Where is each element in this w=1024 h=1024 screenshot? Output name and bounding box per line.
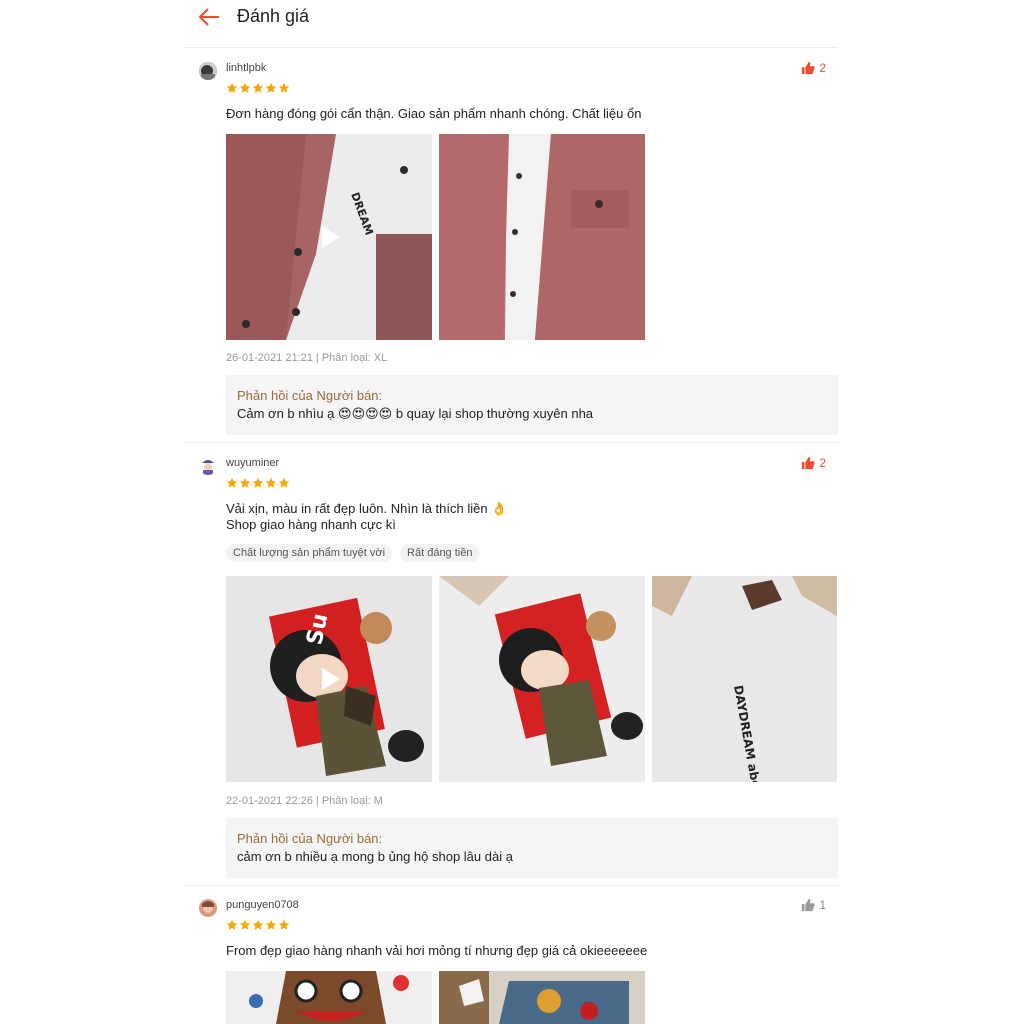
star-icon: [252, 919, 264, 930]
review-comment: Đơn hàng đóng gói cẩn thận. Giao sản phẩ…: [226, 106, 641, 122]
like-button[interactable]: 1: [801, 898, 826, 912]
seller-reply-text: Cảm ơn b nhìu ạ 😍😍😍😍 b quay lại shop thư…: [237, 406, 594, 421]
play-icon: [322, 226, 340, 248]
star-icon: [239, 477, 251, 488]
review-item: linhtlpbk 2 Đơn hàng đóng gói cẩn thận. …: [185, 48, 838, 442]
review-media: DREAM: [226, 134, 645, 340]
like-button[interactable]: 2: [801, 456, 826, 470]
seller-reply-label: Phản hồi của Người bán:: [237, 831, 383, 846]
avatar[interactable]: [199, 899, 217, 917]
star-icon: [265, 82, 277, 93]
like-count: 2: [819, 456, 826, 470]
seller-reply: Phản hồi của Người bán: cảm ơn b nhiều ạ…: [226, 818, 838, 878]
review-tag[interactable]: Chất lượng sản phẩm tuyệt vời: [226, 544, 393, 562]
star-icon: [252, 82, 264, 93]
comment-line: Vải xịn, màu in rất đẹp luôn. Nhìn là th…: [226, 501, 508, 516]
avatar[interactable]: [199, 62, 217, 80]
page-title: Đánh giá: [237, 6, 310, 26]
back-arrow-icon[interactable]: [197, 6, 221, 28]
thumbs-up-icon: [802, 61, 815, 75]
review-tag[interactable]: Rất đáng tiền: [400, 544, 480, 562]
seller-reply: Phản hồi của Người bán: Cảm ơn b nhìu ạ …: [226, 375, 838, 435]
thumbs-up-icon: [802, 898, 815, 912]
star-icon: [252, 477, 264, 488]
review-comment: Vải xịn, màu in rất đẹp luôn. Nhìn là th…: [226, 501, 507, 533]
review-video-thumbnail[interactable]: Su: [226, 576, 432, 782]
comment-line: Shop giao hàng nhanh cực kì: [226, 517, 396, 532]
review-image-thumbnail[interactable]: [439, 971, 645, 1024]
star-rating: [226, 82, 290, 94]
review-image-thumbnail[interactable]: [439, 134, 645, 340]
seller-reply-text: cảm ơn b nhiều ạ mong b ủng hộ shop lâu …: [237, 849, 513, 864]
star-icon: [278, 477, 290, 488]
review-item: wuyuminer 2 Vải xịn, màu in rất đẹp luôn…: [185, 443, 838, 885]
like-count: 1: [819, 898, 826, 912]
star-icon: [239, 919, 251, 930]
review-comment: From đẹp giao hàng nhanh vải hơi mỏng tí…: [226, 943, 647, 959]
star-icon: [226, 919, 238, 930]
star-icon: [278, 82, 290, 93]
review-tags: Chất lượng sản phẩm tuyệt vời Rất đáng t…: [226, 544, 480, 562]
top-bar: Đánh giá: [185, 0, 838, 48]
review-image-thumbnail[interactable]: [226, 971, 432, 1024]
star-icon: [239, 82, 251, 93]
like-button[interactable]: 2: [801, 61, 826, 75]
star-icon: [265, 919, 277, 930]
comment-line: Đơn hàng đóng gói cẩn thận. Giao sản phẩ…: [226, 106, 642, 121]
review-meta: 26-01-2021 21:21 | Phân loại: XL: [226, 352, 388, 364]
like-count: 2: [819, 61, 826, 75]
thumbs-up-icon: [802, 456, 815, 470]
seller-reply-label: Phản hồi của Người bán:: [237, 388, 383, 403]
play-icon: [322, 668, 340, 690]
star-icon: [278, 919, 290, 930]
review-image-thumbnail[interactable]: [439, 576, 645, 782]
comment-line: From đẹp giao hàng nhanh vải hơi mỏng tí…: [226, 943, 648, 958]
star-icon: [226, 477, 238, 488]
review-item: punguyen0708 1 From đẹp giao hàng nhanh …: [185, 886, 838, 1024]
review-video-thumbnail[interactable]: DREAM: [226, 134, 432, 340]
review-username[interactable]: wuyuminer: [226, 457, 279, 469]
star-rating: [226, 919, 290, 931]
review-username[interactable]: punguyen0708: [226, 899, 299, 911]
review-media: Su DAYDREAM about YOU: [226, 576, 837, 782]
star-rating: [226, 477, 290, 489]
review-username[interactable]: linhtlpbk: [226, 62, 266, 74]
review-media: [226, 971, 645, 1024]
star-icon: [226, 82, 238, 93]
review-meta: 22-01-2021 22:26 | Phân loại: M: [226, 795, 383, 807]
avatar[interactable]: [199, 457, 217, 475]
review-image-thumbnail[interactable]: DAYDREAM about YOU: [652, 576, 837, 782]
star-icon: [265, 477, 277, 488]
